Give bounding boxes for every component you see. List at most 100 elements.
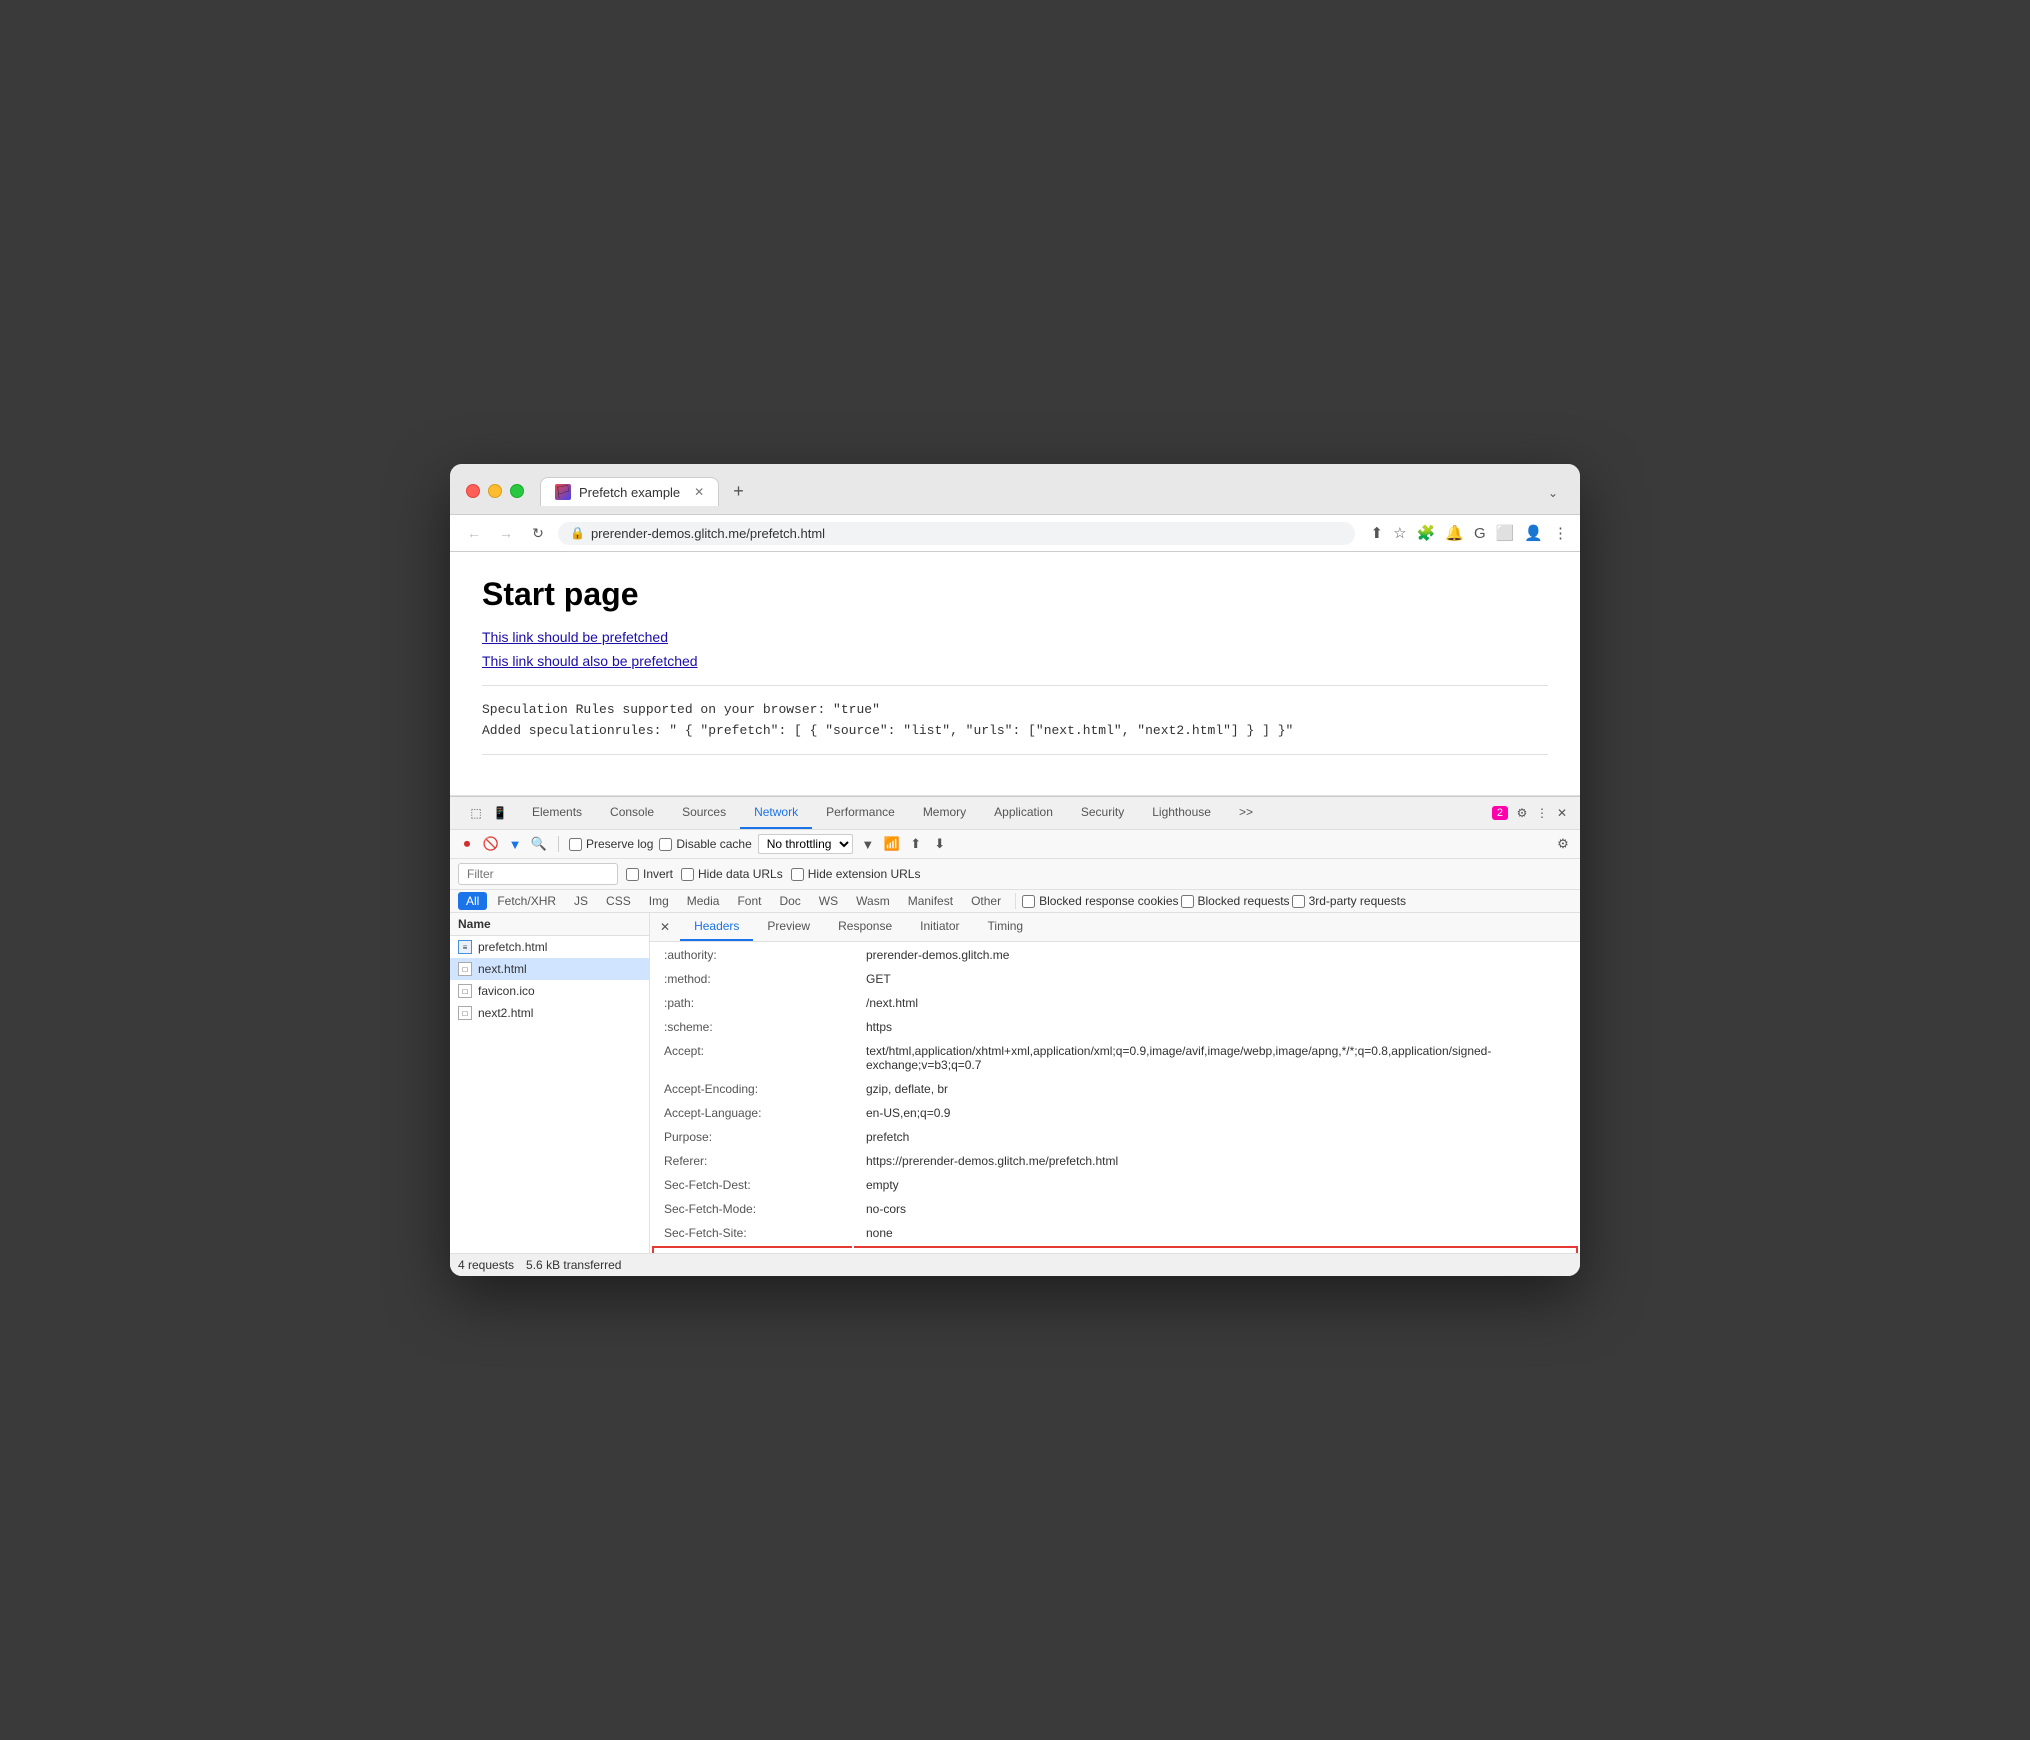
page-content: Start page This link should be prefetche… [450,552,1580,796]
device-icon[interactable]: 📱 [490,803,510,823]
filter-bar: Invert Hide data URLs Hide extension URL… [450,859,1580,890]
disable-cache-checkbox[interactable] [659,838,672,851]
type-btn-js[interactable]: JS [566,892,596,910]
h-tab-timing[interactable]: Timing [974,913,1038,941]
search-icon[interactable]: 🔍 [530,835,548,853]
link-1[interactable]: This link should be prefetched [482,629,1548,645]
menu-icon[interactable]: ⋮ [1553,524,1568,542]
tab-close-icon[interactable]: ✕ [694,485,704,499]
more-icon[interactable]: ⋮ [1532,803,1552,823]
google-icon[interactable]: G [1474,525,1486,542]
new-tab-button[interactable]: + [723,476,754,506]
tab-memory[interactable]: Memory [909,797,980,829]
tab-application[interactable]: Application [980,797,1067,829]
file-item-favicon[interactable]: □ favicon.ico [450,980,649,1002]
forward-button[interactable]: → [494,521,518,545]
throttle-down-icon[interactable]: ▼ [859,835,877,853]
reload-button[interactable]: ↻ [526,521,550,545]
tab-chevron-icon[interactable]: ⌄ [1542,480,1564,506]
type-btn-manifest[interactable]: Manifest [900,892,961,910]
table-row: :path:/next.html [652,992,1578,1014]
maximize-button[interactable] [510,484,524,498]
table-row: Accept-Encoding:gzip, deflate, br [652,1078,1578,1100]
tab-security[interactable]: Security [1067,797,1138,829]
back-button[interactable]: ← [462,521,486,545]
requests-count: 4 requests [458,1258,514,1272]
file-name-next: next.html [478,962,527,976]
type-btn-all[interactable]: All [458,892,487,910]
transferred-size: 5.6 kB transferred [526,1258,621,1272]
settings-icon[interactable]: ⚙ [1512,803,1532,823]
h-tab-initiator[interactable]: Initiator [906,913,973,941]
close-button[interactable] [466,484,480,498]
tab-sources[interactable]: Sources [668,797,740,829]
record-icon[interactable]: ⏺ [458,835,476,853]
network-settings-icon[interactable]: ⚙ [1554,835,1572,853]
type-btn-media[interactable]: Media [679,892,728,910]
url-bar[interactable]: 🔒 prerender-demos.glitch.me/prefetch.htm… [558,522,1355,545]
file-item-next2[interactable]: □ next2.html [450,1002,649,1024]
tab-more[interactable]: >> [1225,797,1267,829]
type-btn-ws[interactable]: WS [811,892,846,910]
type-btn-doc[interactable]: Doc [771,892,808,910]
h-tab-headers[interactable]: Headers [680,913,753,941]
type-filter-bar: All Fetch/XHR JS CSS Img Media Font Doc … [450,890,1580,913]
preserve-log-checkbox[interactable] [569,838,582,851]
profile-icon[interactable]: 🔔 [1445,524,1464,542]
table-row: Accept:text/html,application/xhtml+xml,a… [652,1040,1578,1076]
file-next2-icon: □ [458,1006,472,1020]
type-btn-wasm[interactable]: Wasm [848,892,898,910]
link-2[interactable]: This link should also be prefetched [482,653,1548,669]
cast-icon[interactable]: ⬜ [1496,524,1515,542]
account-icon[interactable]: 👤 [1524,524,1543,542]
download-icon[interactable]: ⬇ [931,835,949,853]
file-item-next[interactable]: □ next.html [450,958,649,980]
file-doc-icon: ≡ [458,940,472,954]
extension-icon[interactable]: 🧩 [1417,524,1436,542]
invert-checkbox[interactable] [626,868,639,881]
type-btn-font[interactable]: Font [729,892,769,910]
tab-performance[interactable]: Performance [812,797,909,829]
headers-table: :authority:prerender-demos.glitch.me:met… [650,942,1580,1253]
file-item-prefetch[interactable]: ≡ prefetch.html [450,936,649,958]
throttle-select[interactable]: No throttling [758,834,853,854]
wifi-icon[interactable]: 📶 [883,835,901,853]
inspect-icon[interactable]: ⬚ [466,803,486,823]
blocked-response-cookies-checkbox[interactable] [1022,895,1035,908]
type-btn-css[interactable]: CSS [598,892,639,910]
h-tab-response[interactable]: Response [824,913,906,941]
tab-network[interactable]: Network [740,797,812,829]
file-list: Name ≡ prefetch.html □ next.html □ favic… [450,913,650,1253]
type-btn-fetch[interactable]: Fetch/XHR [489,892,564,910]
filter-icon[interactable]: ▼ [506,835,524,853]
type-btn-other[interactable]: Other [963,892,1009,910]
hide-extension-urls-checkbox[interactable] [791,868,804,881]
hide-data-urls-checkbox[interactable] [681,868,694,881]
bookmark-icon[interactable]: ☆ [1393,524,1406,542]
headers-panel: ✕ Headers Preview Response Initiator Tim… [650,913,1580,1253]
tab-lighthouse[interactable]: Lighthouse [1138,797,1225,829]
toolbar-icons: ⬆ ☆ 🧩 🔔 G ⬜ 👤 ⋮ [1371,524,1568,542]
table-row: Sec-Fetch-Site:none [652,1222,1578,1244]
hide-data-urls-label: Hide data URLs [681,867,783,881]
table-row: Accept-Language:en-US,en;q=0.9 [652,1102,1578,1124]
headers-tabs: ✕ Headers Preview Response Initiator Tim… [650,913,1580,942]
type-btn-img[interactable]: Img [641,892,677,910]
headers-close-icon[interactable]: ✕ [650,914,680,940]
file-page-icon: □ [458,962,472,976]
h-tab-preview[interactable]: Preview [753,913,824,941]
share-icon[interactable]: ⬆ [1371,524,1384,542]
close-devtools-icon[interactable]: ✕ [1552,803,1572,823]
devtools-left-icons: ⬚ 📱 [458,803,518,823]
tab-elements[interactable]: Elements [518,797,596,829]
mono-text-1: Speculation Rules supported on your brow… [482,702,1548,717]
tab-bar: 🏳 Prefetch example ✕ + ⌄ [540,476,1564,506]
active-tab[interactable]: 🏳 Prefetch example ✕ [540,477,719,506]
third-party-requests-checkbox[interactable] [1292,895,1305,908]
blocked-requests-checkbox[interactable] [1181,895,1194,908]
upload-icon[interactable]: ⬆ [907,835,925,853]
minimize-button[interactable] [488,484,502,498]
filter-input[interactable] [458,863,618,885]
tab-console[interactable]: Console [596,797,668,829]
clear-icon[interactable]: 🚫 [482,835,500,853]
